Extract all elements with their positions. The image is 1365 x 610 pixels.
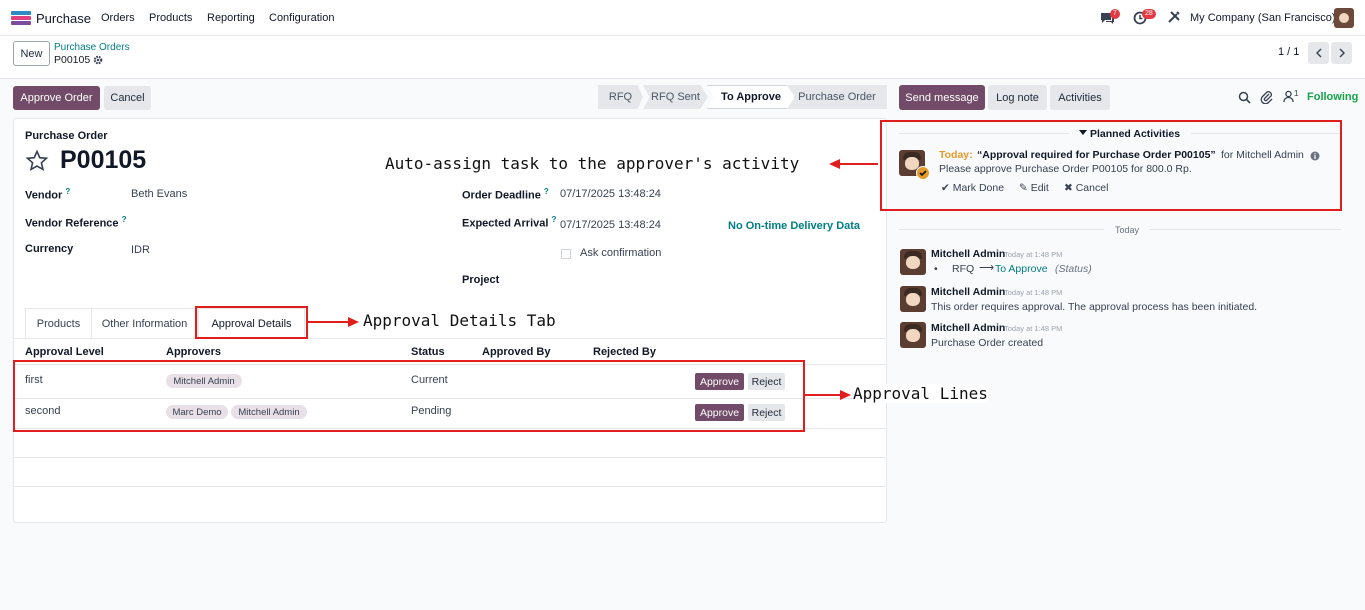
messages-badge: 7 <box>1110 9 1120 19</box>
status-purchase-order[interactable]: Purchase Order <box>787 85 887 109</box>
star-icon[interactable] <box>25 149 49 173</box>
annotation-box-lines <box>13 360 805 432</box>
project-label: Project <box>462 274 500 286</box>
order-deadline-field[interactable]: 07/17/2025 13:48:24 <box>560 188 661 200</box>
menu-products[interactable]: Products <box>149 12 192 24</box>
pager-previous-button[interactable] <box>1308 42 1329 64</box>
message-time: Today at 1:48 PM <box>1004 324 1063 333</box>
app-name[interactable]: Purchase <box>36 11 91 26</box>
message-body: This order requires approval. The approv… <box>931 301 1258 313</box>
form-header-label: Purchase Order <box>25 130 108 142</box>
followers-icon[interactable] <box>1283 90 1294 103</box>
order-deadline-label: Order Deadline ? <box>462 187 549 202</box>
message-author[interactable]: Mitchell Admin <box>931 286 1005 298</box>
search-icon[interactable] <box>1238 91 1251 104</box>
breadcrumb-current: P00105 <box>54 54 91 66</box>
tracking-bullet: • <box>934 263 938 275</box>
column-rejected-by[interactable]: Rejected By <box>593 346 656 358</box>
expected-arrival-field[interactable]: 07/17/2025 13:48:24 <box>560 219 661 231</box>
arrow-right-icon: ⟶ <box>979 262 995 274</box>
arrowhead-right-icon <box>840 390 851 400</box>
log-note-button[interactable]: Log note <box>988 85 1047 110</box>
menu-configuration[interactable]: Configuration <box>269 12 334 24</box>
message-author[interactable]: Mitchell Admin <box>931 248 1005 260</box>
chevron-right-icon <box>1339 48 1345 58</box>
tabs-divider <box>14 338 886 339</box>
paperclip-icon[interactable] <box>1260 90 1273 104</box>
column-approvers[interactable]: Approvers <box>166 346 221 358</box>
purchase-app-icon[interactable] <box>11 11 31 25</box>
status-rfq-sent[interactable]: RFQ Sent <box>643 85 708 109</box>
cancel-order-button[interactable]: Cancel <box>104 86 151 110</box>
annotation-activity: Auto-assign task to the approver's activ… <box>385 154 800 173</box>
message-body: Purchase Order created <box>931 337 1044 349</box>
date-separator: Today <box>1115 225 1140 235</box>
vendor-reference-label: Vendor Reference ? <box>25 215 127 230</box>
annotation-arrow <box>805 394 843 396</box>
tracking-field: (Status) <box>1055 263 1092 275</box>
arrowhead-right-icon <box>348 317 359 327</box>
ontime-delivery-link[interactable]: No On-time Delivery Data <box>728 220 860 232</box>
tracking-old-value: RFQ <box>952 263 975 275</box>
tab-other-information[interactable]: Other Information <box>91 308 198 338</box>
column-status[interactable]: Status <box>411 346 445 358</box>
new-button[interactable]: New <box>13 41 50 66</box>
annotation-arrow <box>838 163 878 165</box>
status-to-approve[interactable]: To Approve <box>707 85 795 109</box>
currency-field[interactable]: IDR <box>131 244 150 256</box>
order-name: P00105 <box>60 146 147 174</box>
control-panel: New Purchase Orders P00105 1 / 1 <box>0 36 1365 79</box>
message-avatar[interactable] <box>900 249 926 275</box>
message-time: Today at 1:48 PM <box>1004 288 1063 297</box>
vendor-field[interactable]: Beth Evans <box>131 188 187 200</box>
ask-confirmation-checkbox[interactable] <box>561 249 571 259</box>
row-divider <box>14 486 886 487</box>
company-switcher[interactable]: My Company (San Francisco) <box>1190 12 1336 24</box>
follower-count: 1 <box>1294 89 1299 98</box>
chevron-left-icon <box>1315 48 1321 58</box>
send-message-button[interactable]: Send message <box>899 85 985 110</box>
annotation-box-tab <box>195 306 308 339</box>
currency-label: Currency <box>25 243 74 255</box>
activities-badge: 28 <box>1142 9 1156 19</box>
breadcrumb-purchase-orders[interactable]: Purchase Orders <box>54 42 130 53</box>
row-divider <box>14 457 886 458</box>
message-time: Today at 1:48 PM <box>1004 250 1063 259</box>
date-divider-right <box>1149 229 1341 230</box>
following-button[interactable]: Following <box>1307 91 1358 103</box>
annotation-box-activity <box>880 120 1342 211</box>
message-avatar[interactable] <box>900 322 926 348</box>
gear-icon[interactable] <box>93 55 103 65</box>
date-divider-left <box>899 229 1104 230</box>
user-avatar[interactable] <box>1334 8 1354 28</box>
annotation-lines: Approval Lines <box>853 384 988 403</box>
arrowhead-left-icon <box>829 159 840 169</box>
activities-button[interactable]: Activities <box>1050 85 1110 110</box>
annotation-tab: Approval Details Tab <box>363 311 556 330</box>
column-approval-level[interactable]: Approval Level <box>25 346 104 358</box>
expected-arrival-label: Expected Arrival ? <box>462 215 557 230</box>
pager-value[interactable]: 1 / 1 <box>1278 46 1299 58</box>
tracking-new-value: To Approve <box>995 263 1048 275</box>
message-avatar[interactable] <box>900 286 926 312</box>
column-approved-by[interactable]: Approved By <box>482 346 550 358</box>
status-rfq[interactable]: RFQ <box>598 85 643 109</box>
tab-products[interactable]: Products <box>25 308 92 338</box>
annotation-arrow <box>308 321 350 323</box>
message-author[interactable]: Mitchell Admin <box>931 322 1005 334</box>
approve-order-button[interactable]: Approve Order <box>13 86 100 110</box>
ask-confirmation-label: Ask confirmation <box>580 247 662 259</box>
pager-next-button[interactable] <box>1331 42 1352 64</box>
vendor-label: Vendor ? <box>25 187 71 202</box>
top-navbar: Purchase Orders Products Reporting Confi… <box>0 0 1365 36</box>
tools-icon[interactable] <box>1167 10 1181 24</box>
menu-reporting[interactable]: Reporting <box>207 12 255 24</box>
menu-orders[interactable]: Orders <box>101 12 135 24</box>
